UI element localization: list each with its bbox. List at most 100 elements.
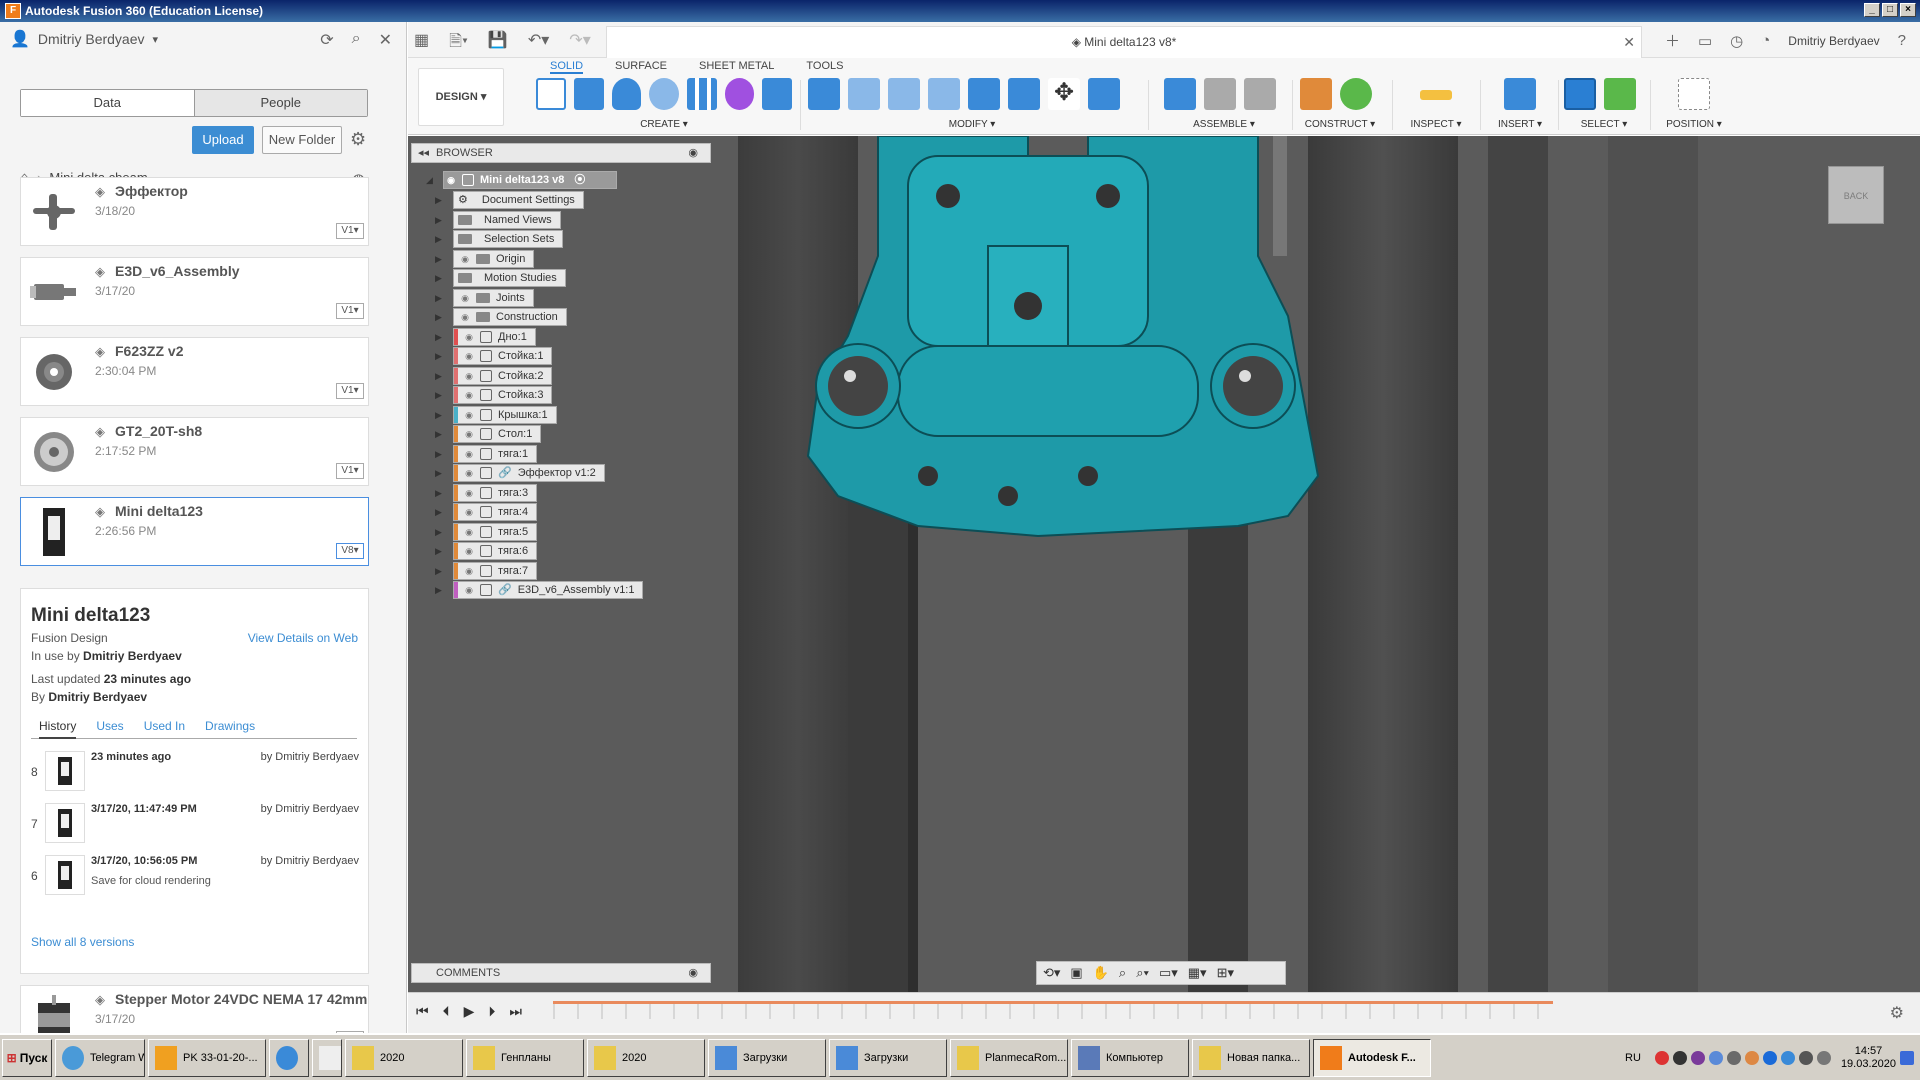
browser-node[interactable]: ◉ 🔗 Эффектор v1:2: [453, 464, 605, 482]
select-menu[interactable]: SELECT ▾: [1564, 119, 1644, 130]
browser-node[interactable]: ◉ тяга:3: [453, 483, 538, 502]
shell-icon[interactable]: [928, 78, 960, 110]
browser-node[interactable]: Selection Sets: [453, 230, 564, 248]
grid-settings-icon[interactable]: ▦▾: [1188, 965, 1207, 981]
expand-triangle-icon[interactable]: ▶: [435, 449, 442, 460]
eye-icon[interactable]: ◉: [462, 524, 476, 540]
expand-triangle-icon[interactable]: ▶: [435, 234, 442, 245]
notifications-icon[interactable]: ◔: [1761, 32, 1770, 49]
inspect-menu[interactable]: INSPECT ▾: [1398, 119, 1474, 130]
eye-icon[interactable]: ◉: [462, 582, 476, 598]
user-name[interactable]: Dmitriy Berdyaev: [38, 31, 145, 47]
version-dropdown[interactable]: V8▾: [336, 543, 364, 559]
timeline-settings-icon[interactable]: ⚙: [1890, 1003, 1904, 1023]
pan-icon[interactable]: ✋: [1093, 965, 1109, 981]
tray-app-icon[interactable]: [1672, 1051, 1687, 1065]
help-icon[interactable]: ?: [1898, 32, 1906, 49]
taskbar-downloads[interactable]: Загрузки: [708, 1038, 826, 1077]
browser-node[interactable]: ◉ Дно:1: [453, 327, 536, 346]
expand-triangle-icon[interactable]: ▶: [435, 429, 442, 440]
eye-icon[interactable]: ◉: [462, 348, 476, 364]
search-icon[interactable]: ⌕: [352, 30, 361, 50]
browser-node[interactable]: ◉ Стойка:3: [453, 386, 553, 404]
expand-triangle-icon[interactable]: ▶: [435, 546, 442, 557]
browser-node[interactable]: ◉ Joints: [453, 288, 534, 307]
browser-node[interactable]: ◉ тяга:5: [453, 522, 538, 541]
offset-face-icon[interactable]: [1008, 78, 1040, 110]
clock[interactable]: 14:57 19.03.2020: [1841, 1045, 1896, 1071]
save-icon[interactable]: 💾: [488, 30, 508, 57]
maximize-button[interactable]: □: [1882, 3, 1898, 17]
fit-icon[interactable]: ⌕▾: [1136, 965, 1149, 981]
history-row[interactable]: 6 3/17/20, 10:56:05 PM by Dmitriy Berdya…: [31, 853, 361, 897]
taskbar-computer[interactable]: Компьютер: [1071, 1038, 1189, 1077]
taskbar-folder[interactable]: PlanmecaRom...: [950, 1038, 1068, 1077]
eye-icon[interactable]: ◉: [462, 485, 476, 501]
new-folder-button[interactable]: New Folder: [262, 126, 342, 154]
browser-root-node[interactable]: ◉ Mini delta123 v8 ⦿: [443, 171, 617, 189]
measure-icon[interactable]: [1420, 90, 1452, 100]
chamfer-icon[interactable]: [888, 78, 920, 110]
comments-panel[interactable]: COMMENTS ◉: [411, 963, 711, 983]
expand-triangle-icon[interactable]: ▶: [435, 468, 442, 479]
timeline-features-track[interactable]: [553, 1001, 1553, 1019]
browser-node[interactable]: ◉ Крышка:1: [453, 405, 557, 424]
document-tab[interactable]: ◈ Mini delta123 v8* ✕: [606, 26, 1642, 58]
expand-triangle-icon[interactable]: ▶: [435, 527, 442, 538]
taskbar-pinned[interactable]: [312, 1038, 342, 1077]
viewcube[interactable]: BACK: [1828, 166, 1884, 224]
extrude-icon[interactable]: [573, 78, 604, 110]
viewports-icon[interactable]: ⊞▾: [1217, 965, 1234, 981]
browser-node[interactable]: Named Views: [453, 210, 561, 229]
eye-icon[interactable]: ◉: [462, 329, 476, 345]
tab-uses[interactable]: Uses: [96, 719, 123, 738]
taskbar-downloads[interactable]: Загрузки: [829, 1038, 947, 1077]
language-indicator[interactable]: RU: [1625, 1052, 1641, 1064]
offset-plane-icon[interactable]: [1300, 78, 1332, 110]
browser-node[interactable]: ◉ тяга:7: [453, 561, 538, 580]
file-card[interactable]: ◈ Stepper Motor 24VDC NEMA 17 42mm 3/17/…: [20, 985, 369, 1033]
construct-menu[interactable]: CONSTRUCT ▾: [1300, 119, 1380, 130]
derive-icon[interactable]: [762, 78, 792, 110]
tab-data[interactable]: Data: [21, 90, 194, 116]
browser-node[interactable]: ◉ Construction: [453, 308, 567, 326]
collapse-triangle-icon[interactable]: ◢: [426, 175, 433, 186]
expand-triangle-icon[interactable]: ▶: [435, 332, 442, 343]
eye-icon[interactable]: ◉: [444, 172, 458, 188]
refresh-icon[interactable]: ⟳: [320, 30, 333, 50]
comments-add-icon[interactable]: ◉: [688, 964, 698, 982]
browser-node[interactable]: ◉ Стойка:2: [453, 366, 553, 385]
expand-triangle-icon[interactable]: ▶: [435, 488, 442, 499]
browser-node[interactable]: ◉ Стойка:1: [453, 347, 553, 365]
display-settings-icon[interactable]: ▭▾: [1159, 965, 1178, 981]
create-menu[interactable]: CREATE ▾: [536, 119, 792, 130]
file-card-selected[interactable]: ◈ Mini delta123 2:26:56 PM V8▾: [20, 497, 369, 566]
browser-header[interactable]: ◂◂ BROWSER ◉: [411, 143, 711, 163]
expand-triangle-icon[interactable]: ▶: [435, 293, 442, 304]
antivirus-icon[interactable]: [1654, 1051, 1669, 1065]
tab-history[interactable]: History: [39, 719, 77, 739]
eye-icon[interactable]: ◉: [462, 407, 476, 423]
file-card[interactable]: ◈ GT2_20T-sh8 2:17:52 PM V1▾: [20, 417, 369, 486]
taskbar-folder[interactable]: Новая папка...: [1192, 1038, 1310, 1077]
orbit-icon[interactable]: ⟲▾: [1043, 965, 1060, 981]
assemble-menu[interactable]: ASSEMBLE ▾: [1164, 119, 1284, 130]
position-menu[interactable]: POSITION ▾: [1658, 119, 1730, 130]
file-card[interactable]: ◈ E3D_v6_Assembly 3/17/20 V1▾: [20, 257, 369, 326]
file-card[interactable]: ◈ F623ZZ v2 2:30:04 PM V1▾: [20, 337, 369, 406]
new-tab-icon[interactable]: ＋: [1665, 30, 1680, 51]
redo-icon[interactable]: ↷▾: [569, 30, 590, 57]
gear-icon[interactable]: ⚙: [350, 129, 366, 150]
extensions-icon[interactable]: ◷: [1730, 32, 1743, 50]
telegram-tray-icon[interactable]: [1780, 1051, 1795, 1065]
insert-menu[interactable]: INSERT ▾: [1486, 119, 1554, 130]
close-tab-icon[interactable]: ✕: [1623, 27, 1635, 57]
pin-icon[interactable]: ◉: [688, 144, 698, 162]
select-icon[interactable]: [1564, 78, 1596, 110]
version-dropdown[interactable]: V1▾: [336, 303, 364, 319]
history-row[interactable]: 8 23 minutes ago by Dmitriy Berdyaev: [31, 749, 361, 793]
data-panel-grid-icon[interactable]: ▦: [414, 30, 429, 57]
taskbar-fusion[interactable]: Autodesk F...: [1313, 1038, 1431, 1077]
go-to-end-icon[interactable]: ⏭: [509, 1003, 522, 1020]
eye-icon[interactable]: ◉: [458, 251, 472, 267]
